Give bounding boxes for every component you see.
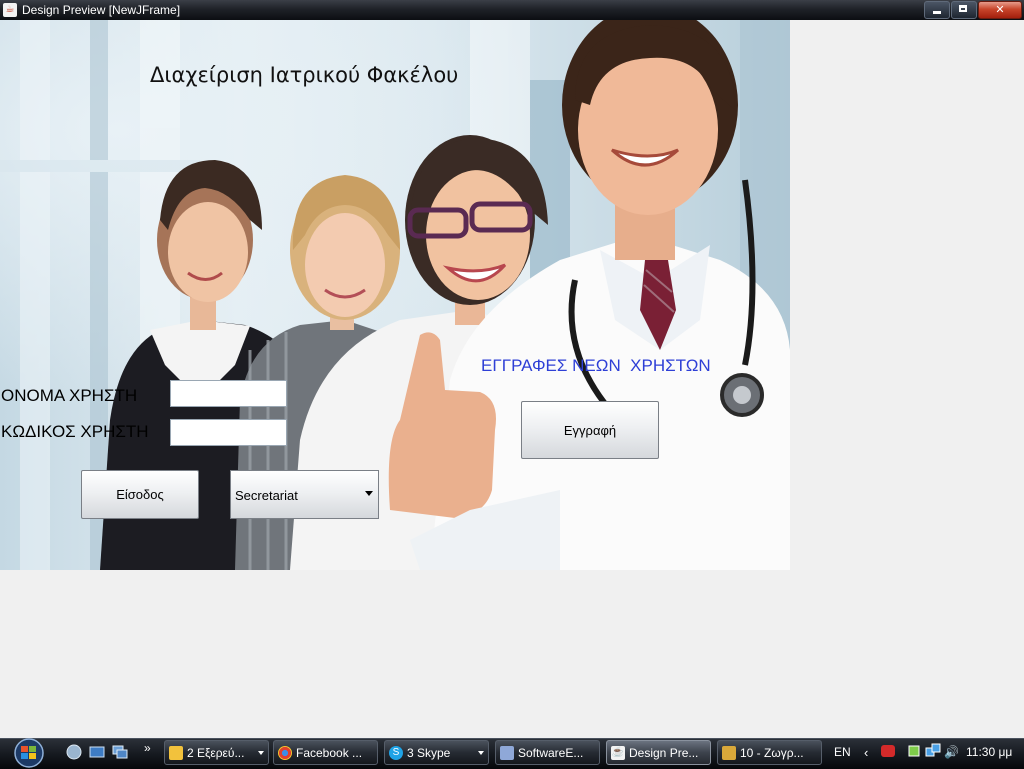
window-title-bar[interactable]: ☕ Design Preview [NewJFrame] ✕ xyxy=(0,0,1024,20)
show-desktop-icon[interactable] xyxy=(89,744,105,760)
chevron-down-icon xyxy=(365,491,373,496)
maximize-button[interactable] xyxy=(951,1,977,19)
taskbar-button-label: 2 Εξερεύ... xyxy=(187,745,245,760)
password-input[interactable] xyxy=(171,420,286,445)
taskbar-button-label: 10 - Ζωγρ... xyxy=(740,745,804,760)
role-select[interactable]: Secretariat xyxy=(230,470,379,519)
close-icon: ✕ xyxy=(995,3,1005,16)
password-label: ΚΩΔΙΚΟΣ ΧΡΗΣΤΗ xyxy=(1,422,149,441)
taskbar-button-design-preview[interactable]: ☕ Design Pre... xyxy=(606,740,711,765)
taskbar-button-explorer[interactable]: 2 Εξερεύ... xyxy=(164,740,269,765)
chevron-down-icon xyxy=(478,751,484,755)
login-panel: Διαχείριση Ιατρικού Φακέλου ΕΓΓΡΑΦΕΣ ΝΕΩ… xyxy=(0,20,790,570)
power-icon[interactable] xyxy=(906,743,922,759)
taskbar-button-skype[interactable]: S 3 Skype xyxy=(384,740,489,765)
role-select-value: Secretariat xyxy=(235,488,298,503)
minimize-icon xyxy=(933,11,941,14)
username-label: ΟΝΟΜΑ ΧΡΗΣΤΗ xyxy=(1,386,138,405)
tray-chevron-icon[interactable]: ‹ xyxy=(864,745,868,760)
chevron-down-icon xyxy=(258,751,264,755)
password-field[interactable] xyxy=(170,419,287,446)
java-icon: ☕ xyxy=(3,3,17,17)
username-field[interactable] xyxy=(170,380,287,407)
taskbar-button-label: Design Pre... xyxy=(629,745,699,760)
register-button[interactable]: Εγγραφή xyxy=(521,401,659,459)
close-button[interactable]: ✕ xyxy=(978,1,1022,19)
paint-icon xyxy=(722,745,736,760)
taskbar-button-label: 3 Skype xyxy=(407,745,451,760)
volume-icon[interactable]: 🔊 xyxy=(944,745,959,759)
skype-icon: S xyxy=(389,745,403,760)
maximize-icon xyxy=(959,5,967,12)
taskbar-button-label: SoftwareE... xyxy=(518,745,584,760)
taskbar-button-label: Facebook ... xyxy=(296,745,363,760)
window-title: Design Preview [NewJFrame] xyxy=(22,3,181,17)
register-heading: ΕΓΓΡΑΦΕΣ ΝΕΩΝ ΧΡΗΣΤΩΝ xyxy=(481,356,711,375)
java-icon: ☕ xyxy=(611,745,625,760)
taskbar-button-paint[interactable]: 10 - Ζωγρ... xyxy=(717,740,822,765)
taskbar-button-facebook[interactable]: Facebook ... xyxy=(273,740,378,765)
antivirus-icon[interactable] xyxy=(880,743,896,759)
chrome-icon xyxy=(278,745,292,760)
login-button[interactable]: Είσοδος xyxy=(81,470,199,519)
app-title: Διαχείριση Ιατρικού Φακέλου xyxy=(150,63,459,87)
network-icon[interactable] xyxy=(925,743,941,759)
folder-icon xyxy=(169,745,183,760)
quicklaunch-chevron[interactable]: » xyxy=(144,741,151,755)
window-controls: ✕ xyxy=(923,1,1022,19)
language-indicator[interactable]: EN xyxy=(834,745,851,759)
start-button[interactable] xyxy=(10,738,48,768)
switch-windows-icon[interactable] xyxy=(112,744,128,760)
taskbar-button-software[interactable]: SoftwareE... xyxy=(495,740,600,765)
netbeans-icon xyxy=(500,745,514,760)
clock[interactable]: 11:30 μμ xyxy=(966,745,1012,759)
username-input[interactable] xyxy=(171,381,286,406)
quicklaunch-internet-icon[interactable] xyxy=(66,744,82,760)
minimize-button[interactable] xyxy=(924,1,950,19)
